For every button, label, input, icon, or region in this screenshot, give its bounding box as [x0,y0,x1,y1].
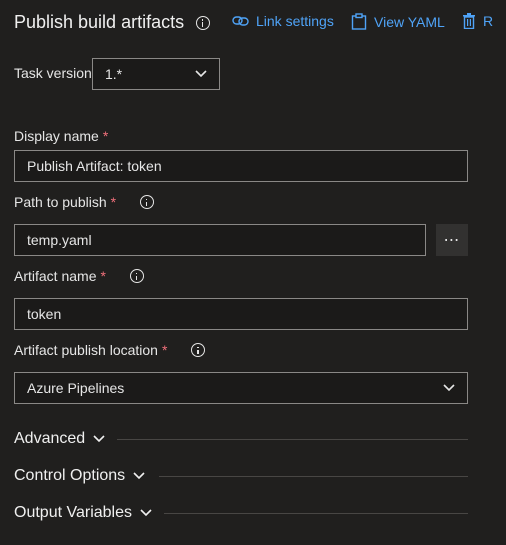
info-icon[interactable] [191,343,206,357]
required-indicator: * [161,342,168,358]
advanced-section-toggle[interactable]: Advanced [14,430,105,448]
clipboard-icon [351,13,367,30]
required-indicator: * [102,128,109,144]
artifact-name-field[interactable]: token [14,298,468,330]
path-to-publish-field[interactable]: temp.yaml [14,224,426,256]
publish-location-label: Artifact publish location * [14,342,206,358]
artifact-name-value: token [27,306,62,322]
chevron-down-icon [93,435,105,443]
required-indicator: * [110,194,117,210]
page-title: Publish build artifacts [14,12,211,33]
artifact-name-label-text: Artifact name [14,268,97,284]
view-yaml-label: View YAML [374,13,445,30]
link-settings-button[interactable]: Link settings [232,13,334,29]
control-options-section-toggle[interactable]: Control Options [14,467,145,485]
display-name-label-text: Display name [14,128,99,144]
browse-button[interactable]: ⋯ [436,224,468,256]
advanced-section-label: Advanced [14,430,86,447]
chevron-down-icon [140,509,152,517]
path-to-publish-label-text: Path to publish [14,194,107,210]
task-version-value: 1.* [105,66,123,82]
publish-location-value: Azure Pipelines [27,380,125,396]
output-variables-section-toggle[interactable]: Output Variables [14,504,152,522]
section-divider [117,439,468,440]
info-icon[interactable] [196,15,211,30]
required-indicator: * [100,268,106,284]
path-to-publish-label: Path to publish * [14,194,155,210]
section-divider [159,476,468,477]
display-name-field[interactable]: Publish Artifact: token [14,150,468,182]
chevron-down-icon [443,384,455,392]
display-name-value: Publish Artifact: token [27,158,162,174]
trash-icon [463,13,475,29]
chevron-down-icon [133,472,145,480]
publish-location-select[interactable]: Azure Pipelines [14,372,468,404]
task-version-label: Task version [14,65,92,81]
section-divider [164,513,468,514]
task-version-select[interactable]: 1.* [92,58,220,90]
output-variables-section-label: Output Variables [14,504,132,521]
remove-label: R [483,13,494,29]
display-name-label: Display name * [14,128,108,144]
view-yaml-button[interactable]: View YAML [351,13,445,30]
page-title-text: Publish build artifacts [14,12,185,32]
link-icon [232,16,249,26]
info-icon[interactable] [129,269,144,283]
path-to-publish-value: temp.yaml [27,232,92,248]
artifact-name-label: Artifact name * [14,268,144,284]
ellipsis-icon: ⋯ [443,232,461,249]
chevron-down-icon [195,70,207,78]
remove-button[interactable]: R [462,13,493,29]
info-icon[interactable] [140,195,155,209]
control-options-section-label: Control Options [14,467,126,484]
publish-location-label-text: Artifact publish location [14,342,158,358]
link-settings-label: Link settings [256,13,334,29]
